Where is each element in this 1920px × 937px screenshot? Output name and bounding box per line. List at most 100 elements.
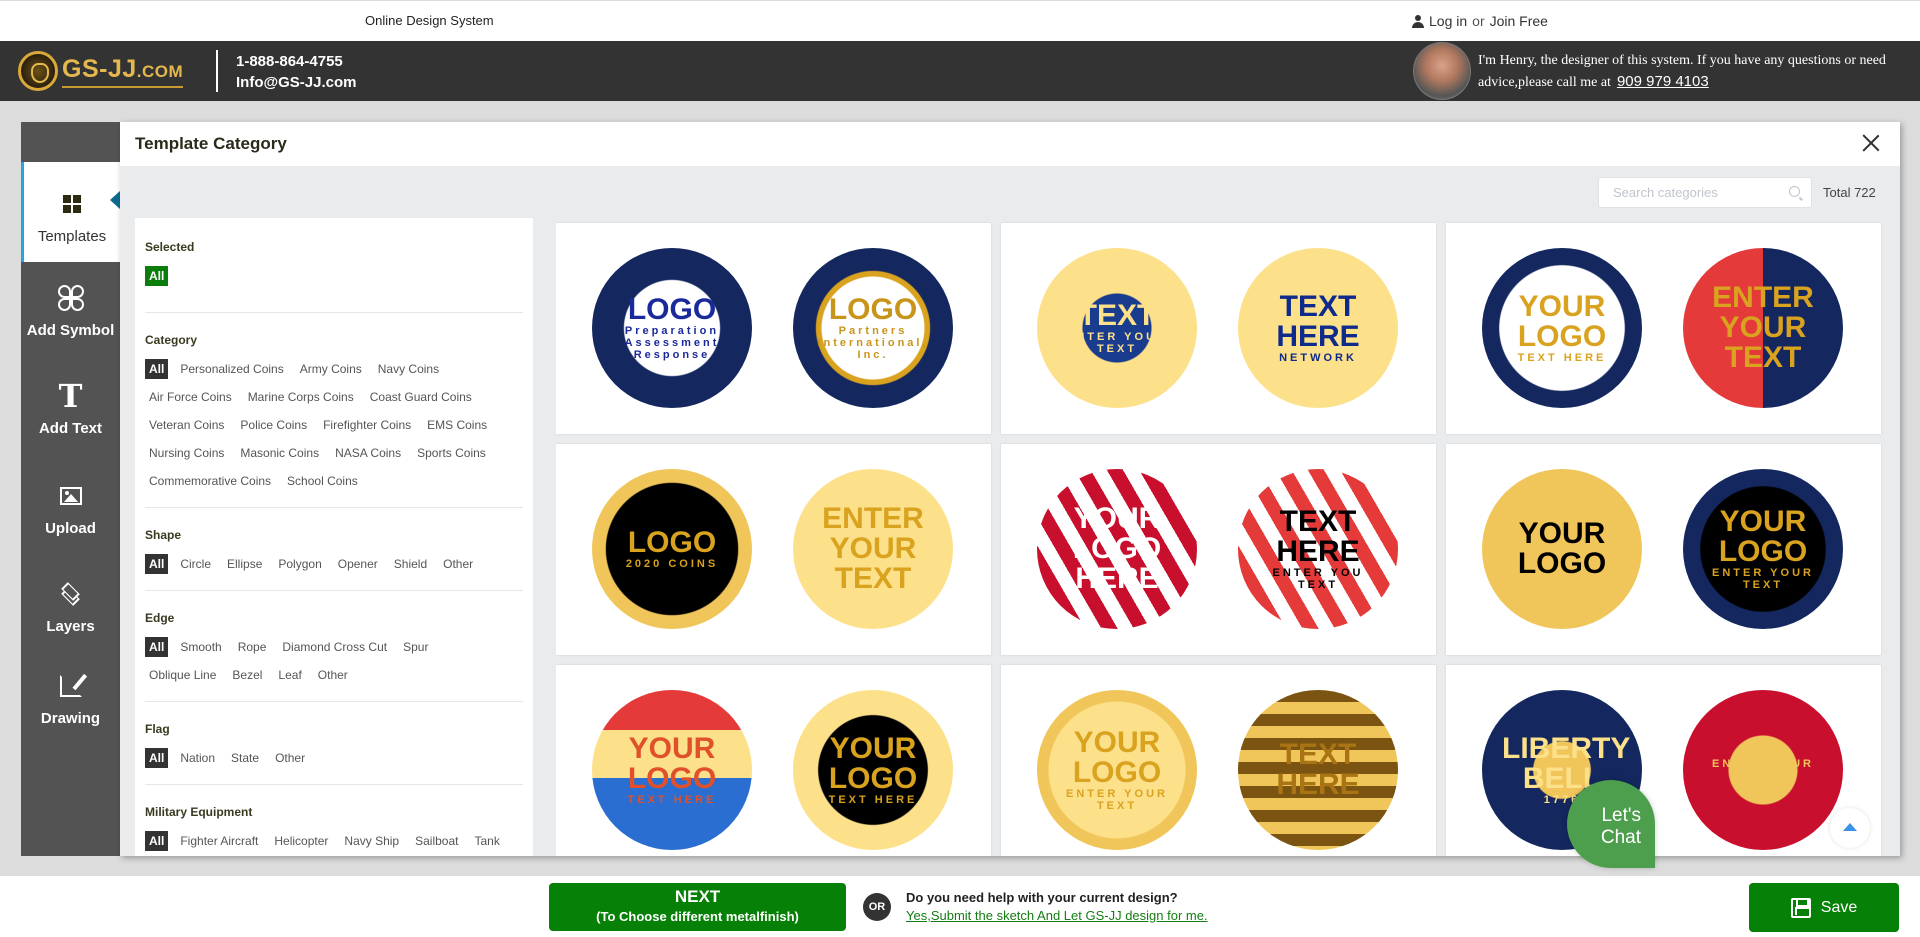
phone-number: 1-888-864-4755 <box>236 53 343 70</box>
filter-tag[interactable]: All <box>145 831 169 851</box>
template-card[interactable]: YOUR LOGO TEXT HERE YOUR LOGO TEXT HERE <box>556 665 991 856</box>
filter-tag[interactable]: Tank <box>470 831 503 851</box>
template-card[interactable]: LOGO Preparation Assessment Response LOGO P… <box>556 223 991 434</box>
scroll-to-top-button[interactable] <box>1830 808 1870 848</box>
close-icon[interactable] <box>1860 132 1882 154</box>
filter-tag[interactable]: Marine Corps Coins <box>244 387 358 407</box>
lets-chat-button[interactable]: Let's Chat <box>1567 780 1655 868</box>
coin-preview-back: ENTER YOUR TEXT <box>1683 248 1843 408</box>
submit-sketch-link[interactable]: Yes,Submit the sketch And Let GS-JJ desi… <box>906 908 1208 923</box>
next-button[interactable]: NEXT (To Choose different metalfinish) <box>549 883 846 931</box>
designer-phone-link[interactable]: 909 979 4103 <box>1617 73 1709 90</box>
filter-tag[interactable]: Opener <box>334 554 382 574</box>
filter-tag[interactable]: Sailboat <box>411 831 462 851</box>
coin-preview-back: LOGO Partners International, Inc. <box>793 248 953 408</box>
filter-tag[interactable]: Ellipse <box>223 554 266 574</box>
filter-tag[interactable]: Bezel <box>228 665 266 685</box>
template-card[interactable]: LIBERTY BELL 1776 ENTER YOUR TEXT <box>1446 665 1881 856</box>
designer-avatar <box>1413 42 1471 100</box>
filter-tag[interactable]: State <box>227 748 263 768</box>
login-link[interactable]: Log in <box>1429 13 1467 29</box>
filter-tag[interactable]: Nursing Coins <box>145 443 228 463</box>
filter-tag[interactable]: Sports Coins <box>413 443 490 463</box>
template-card[interactable]: YOUR LOGO YOUR LOGO ENTER YOUR TEXT <box>1446 444 1881 655</box>
rail-item-add-symbol[interactable]: Add Symbol <box>21 272 120 362</box>
filter-tag[interactable]: EMS Coins <box>423 415 491 435</box>
save-button[interactable]: Save <box>1749 883 1899 932</box>
filter-tag[interactable]: Smooth <box>176 637 225 657</box>
filter-tag[interactable]: Coast Guard Coins <box>366 387 476 407</box>
panel-title: Template Category <box>135 134 287 153</box>
filter-tag[interactable]: All <box>145 359 169 379</box>
template-card[interactable]: YOUR LOGO HERE TEXT HERE ENTER YOU TEXT <box>1001 444 1436 655</box>
join-free-link[interactable]: Join Free <box>1490 13 1548 29</box>
filter-tag[interactable]: All <box>145 554 169 574</box>
filter-tag[interactable]: Masonic Coins <box>236 443 323 463</box>
filter-tag[interactable]: Air Force Coins <box>145 387 236 407</box>
coin-main-text: TEXT HERE <box>1276 290 1360 353</box>
rail-item-upload[interactable]: Upload <box>21 472 120 562</box>
filter-tag[interactable]: Police Coins <box>236 415 311 435</box>
coin-sub-text: TEXT HERE <box>828 794 918 806</box>
filter-tag[interactable]: Navy Coins <box>374 359 443 379</box>
selected-tag-all[interactable]: All <box>145 266 169 286</box>
filter-tag[interactable]: Helicopter <box>270 831 332 851</box>
rail-item-drawing[interactable]: Drawing <box>21 662 120 752</box>
filter-tag[interactable]: Personalized Coins <box>176 359 287 379</box>
image-icon <box>59 480 82 512</box>
site-title: Online Design System <box>365 13 494 28</box>
filter-tag[interactable]: Other <box>439 554 477 574</box>
layers-icon <box>58 578 84 610</box>
filter-tag[interactable]: Fighter Aircraft <box>176 831 262 851</box>
coin-main-text: YOUR LOGO <box>1718 505 1808 568</box>
filter-tag[interactable]: Commemorative Coins <box>145 471 275 491</box>
filter-tag[interactable]: Polygon <box>274 554 325 574</box>
email-address[interactable]: Info@GS-JJ.com <box>236 72 356 93</box>
filter-tag[interactable]: Army Coins <box>296 359 366 379</box>
template-card[interactable]: TEXT ENTER YOUR TEXT TEXT HERE NETWORK <box>1001 223 1436 434</box>
filter-tag[interactable]: Circle <box>176 554 215 574</box>
filter-tag[interactable]: Oblique Line <box>145 665 220 685</box>
coin-sub-text: TEXT HERE <box>627 794 717 806</box>
rail-item-label: Drawing <box>40 710 101 727</box>
rail-item-templates[interactable]: Templates <box>21 162 120 262</box>
filter-tag[interactable]: Leaf <box>274 665 305 685</box>
filter-tag[interactable]: Other <box>271 748 309 768</box>
search-icon[interactable] <box>1789 186 1800 197</box>
filter-tag[interactable]: Nation <box>176 748 219 768</box>
coin-main-text: TEXT HERE <box>1276 738 1360 801</box>
coin-main-text: YOUR LOGO HERE <box>1072 502 1162 595</box>
coin-preview-back: ENTER YOUR TEXT <box>1683 690 1843 850</box>
coin-preview-front: YOUR LOGO TEXT HERE <box>592 690 752 850</box>
coin-preview-front: TEXT ENTER YOUR TEXT <box>1037 248 1197 408</box>
filter-tag[interactable]: School Coins <box>283 471 362 491</box>
rail-item-layers[interactable]: Layers <box>21 570 120 660</box>
filter-tag[interactable]: Navy Ship <box>340 831 403 851</box>
filter-tag[interactable]: Diamond Cross Cut <box>278 637 391 657</box>
template-card[interactable]: LOGO 2020 COINS ENTER YOUR TEXT <box>556 444 991 655</box>
rail-item-add-text[interactable]: T Add Text <box>21 372 120 462</box>
filter-tag[interactable]: Rope <box>234 637 271 657</box>
site-logo[interactable]: GS-JJ.COM <box>18 48 184 94</box>
search-input[interactable] <box>1599 178 1779 207</box>
filter-tag[interactable]: Other <box>314 665 352 685</box>
template-card[interactable]: YOUR LOGO ENTER YOUR TEXT TEXT HERE <box>1001 665 1436 856</box>
template-card[interactable]: YOUR LOGO TEXT HERE ENTER YOUR TEXT <box>1446 223 1881 434</box>
filter-sidebar[interactable]: Selected All Category All Personalized Coi… <box>135 218 533 856</box>
coin-main-text: YOUR LOGO <box>828 732 918 795</box>
filter-tag[interactable]: Veteran Coins <box>145 415 228 435</box>
filter-tag[interactable]: All <box>145 637 169 657</box>
template-grid[interactable]: LOGO Preparation Assessment Response LOGO P… <box>556 218 1886 856</box>
contact-info: 1-888-864-4755 Info@GS-JJ.com <box>236 51 356 93</box>
coin-sub-text: TEXT HERE <box>1517 352 1607 364</box>
or-text: or <box>1472 13 1485 29</box>
filter-tag[interactable]: Firefighter Coins <box>319 415 415 435</box>
filter-tag[interactable]: Shield <box>390 554 431 574</box>
filter-tag[interactable]: NASA Coins <box>331 443 405 463</box>
floppy-disk-icon <box>1790 897 1811 918</box>
filter-tag[interactable]: Spur <box>399 637 432 657</box>
filter-tag[interactable]: All <box>145 748 169 768</box>
coin-main-text: LOGO <box>828 293 918 326</box>
coin-preview-front: LOGO Preparation Assessment Response <box>592 248 752 408</box>
header-divider <box>216 50 218 92</box>
